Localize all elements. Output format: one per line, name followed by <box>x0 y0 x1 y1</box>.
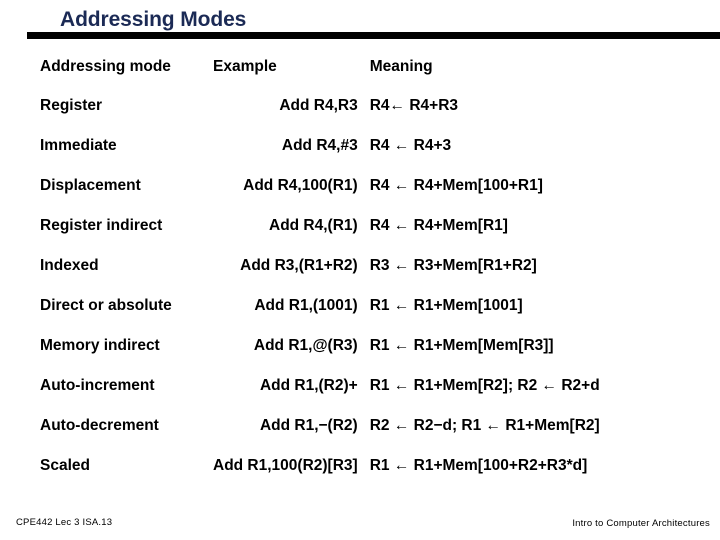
cell-meaning: R4← R4+R3 <box>369 96 459 114</box>
cell-example: Add R4,100(R1) <box>243 176 358 194</box>
footer-slide-reference: CPE442 Lec 3 ISA.13 <box>16 517 113 528</box>
table-row: Register indirect Add R4,(R1) R4 ← R4+Me… <box>0 206 720 246</box>
cell-meaning: R4 ← R4+3 <box>369 136 452 154</box>
cell-meaning: R3 ← R3+Mem[R1+R2] <box>369 256 537 274</box>
cell-meaning: R1 ← R1+Mem[Mem[R3]] <box>369 336 554 354</box>
cell-example: Add R1,(R2)+ <box>259 376 358 394</box>
table-row: Memory indirect Add R1,@(R3) R1 ← R1+Mem… <box>0 326 720 366</box>
table-header-row: Addressing mode Example Meaning <box>0 48 720 86</box>
addressing-modes-table: Addressing mode Example Meaning Register… <box>0 48 720 486</box>
footer-course-title: Intro to Computer Architectures <box>572 518 710 529</box>
cell-meaning: R1 ← R1+Mem[R2]; R2 ← R2+d <box>369 376 600 394</box>
cell-example: Add R1,@(R3) <box>253 336 358 354</box>
page-title: Addressing Modes <box>60 8 247 31</box>
cell-addressing-mode: Indexed <box>40 256 99 274</box>
table-row: Register Add R4,R3 R4← R4+R3 <box>0 86 720 126</box>
title-underline-rule <box>27 32 720 39</box>
cell-example: Add R4,R3 <box>279 96 358 114</box>
table-row: Indexed Add R3,(R1+R2) R3 ← R3+Mem[R1+R2… <box>0 246 720 286</box>
cell-addressing-mode: Displacement <box>40 176 141 194</box>
cell-addressing-mode: Direct or absolute <box>40 296 172 314</box>
table-row: Auto-increment Add R1,(R2)+ R1 ← R1+Mem[… <box>0 366 720 406</box>
cell-addressing-mode: Immediate <box>40 136 117 154</box>
table-row: Direct or absolute Add R1,(1001) R1 ← R1… <box>0 286 720 326</box>
cell-example: Add R1,−(R2) <box>259 416 358 434</box>
cell-meaning: R4 ← R4+Mem[R1] <box>369 216 508 234</box>
column-header-addressing-mode: Addressing mode <box>40 57 171 75</box>
cell-addressing-mode: Auto-increment <box>40 376 155 394</box>
cell-example: Add R1,(1001) <box>254 296 358 314</box>
cell-example: Add R4,#3 <box>281 136 358 154</box>
cell-addressing-mode: Scaled <box>40 456 90 474</box>
column-header-meaning: Meaning <box>369 57 433 75</box>
table-row: Scaled Add R1,100(R2)[R3] R1 ← R1+Mem[10… <box>0 446 720 486</box>
table-row: Displacement Add R4,100(R1) R4 ← R4+Mem[… <box>0 166 720 206</box>
table-row: Immediate Add R4,#3 R4 ← R4+3 <box>0 126 720 166</box>
table-row: Auto-decrement Add R1,−(R2) R2 ← R2−d; R… <box>0 406 720 446</box>
table-body: Addressing mode Example Meaning Register… <box>0 48 720 486</box>
cell-addressing-mode: Memory indirect <box>40 336 160 354</box>
cell-meaning: R1 ← R1+Mem[100+R2+R3*d] <box>369 456 588 474</box>
cell-meaning: R2 ← R2−d; R1 ← R1+Mem[R2] <box>369 416 600 434</box>
cell-example: Add R4,(R1) <box>269 216 358 234</box>
cell-meaning: R4 ← R4+Mem[100+R1] <box>369 176 543 194</box>
cell-addressing-mode: Register <box>40 96 103 114</box>
cell-addressing-mode: Auto-decrement <box>40 416 159 434</box>
column-header-example: Example <box>213 57 277 75</box>
cell-example: Add R3,(R1+R2) <box>240 256 358 274</box>
cell-meaning: R1 ← R1+Mem[1001] <box>369 296 523 314</box>
cell-addressing-mode: Register indirect <box>40 216 163 234</box>
cell-example: Add R1,100(R2)[R3] <box>213 456 358 474</box>
